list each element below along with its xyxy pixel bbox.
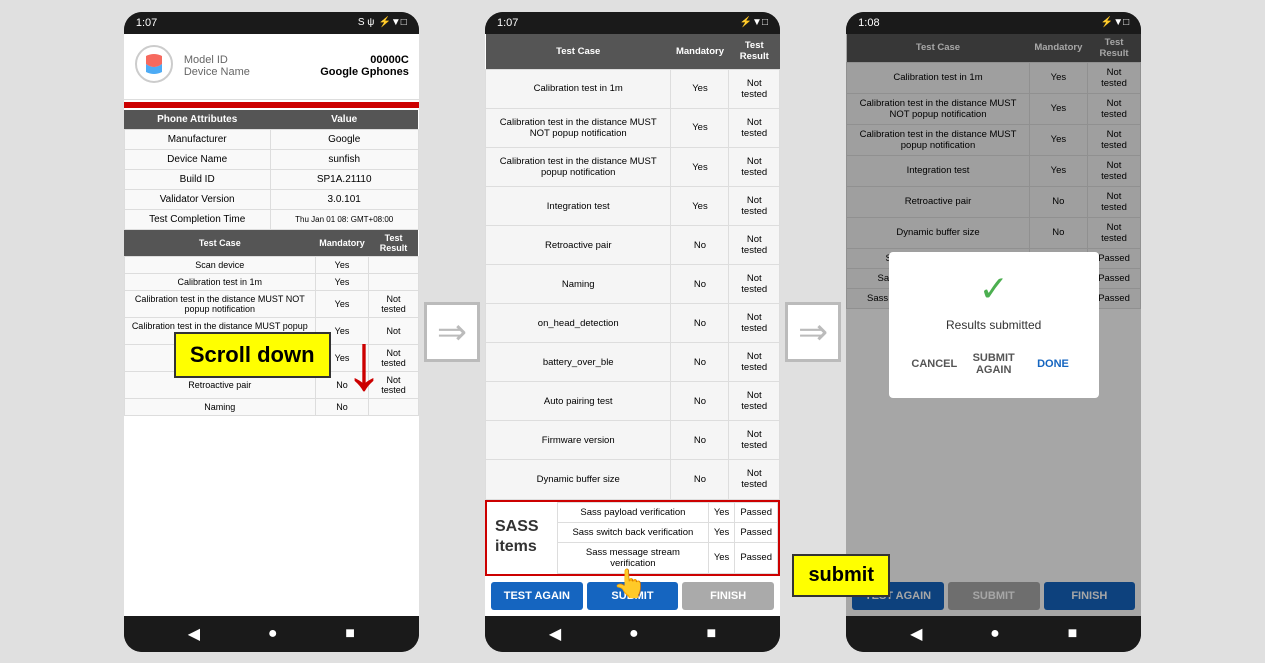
submit-annotation: submit <box>792 554 890 597</box>
phone3-status-icons: ⚡▼□ <box>1101 17 1129 28</box>
device-name-label: Device Name <box>184 66 250 78</box>
phone1-time: 1:07 <box>136 17 157 29</box>
red-down-arrow-icon: ↓ <box>344 322 384 402</box>
attr-row-device-name: Device Name sunfish <box>124 149 418 169</box>
phone3-time: 1:08 <box>858 17 879 29</box>
dialog-title: Results submitted <box>905 318 1083 332</box>
attr-row-validator: Validator Version 3.0.101 <box>124 189 418 209</box>
sass-section: SASSitems Sass payload verification Yes … <box>485 500 780 576</box>
finish-button[interactable]: FINISH <box>682 582 774 610</box>
p2-row-integration: Integration test Yes Not tested <box>486 187 780 226</box>
p2-row-firmware: Firmware version No Not tested <box>486 421 780 460</box>
main-layout: 1:07 S ψ ⚡▼□ <box>0 0 1265 663</box>
p2-row-naming: Naming No Not tested <box>486 265 780 304</box>
dialog-submit-again-button[interactable]: SUBMIT AGAIN <box>964 346 1023 382</box>
device-logo <box>134 44 174 89</box>
p2-row-retroactive: Retroactive pair No Not tested <box>486 226 780 265</box>
arrow1-icon: ⇒ <box>424 302 480 362</box>
hand-cursor-icon: 👆 <box>613 567 648 600</box>
phone2-status-bar: 1:07 ⚡▼□ <box>485 12 780 34</box>
sass-row-message: Sass message stream verification Yes Pas… <box>558 542 778 573</box>
phone1-status-right: ⚡▼□ <box>378 17 406 28</box>
p3-nav-back-icon[interactable]: ◀ <box>910 624 922 644</box>
nav-recents-icon[interactable]: ■ <box>345 625 355 643</box>
dialog-buttons: CANCEL SUBMIT AGAIN DONE <box>905 346 1083 382</box>
device-info: Model ID 00000C Device Name Google Gphon… <box>184 54 409 78</box>
phone2-content: Test Case Mandatory Test Result Calibrat… <box>485 34 780 576</box>
p2-col-case: Test Case <box>486 34 671 70</box>
phone3-screen: Test Case Mandatory Test Result Calibrat… <box>846 34 1141 616</box>
attr-table: Phone Attributes Value Manufacturer Goog… <box>124 110 419 230</box>
p2-row-cal-mustnot: Calibration test in the distance MUST NO… <box>486 108 780 147</box>
p2-row-battery: battery_over_ble No Not tested <box>486 343 780 382</box>
phone2: 1:07 ⚡▼□ Test Case Mandatory Test Result <box>485 12 780 652</box>
nav-back-icon[interactable]: ◀ <box>188 624 200 644</box>
attr-col1: Phone Attributes <box>124 110 270 130</box>
phone2-time: 1:07 <box>497 17 518 29</box>
model-id-value: 00000C <box>370 54 409 66</box>
p2-row-onhead: on_head_detection No Not tested <box>486 304 780 343</box>
phone2-section: 1:07 ⚡▼□ Test Case Mandatory Test Result <box>485 12 780 652</box>
phone2-status-right: ⚡▼□ <box>740 17 768 28</box>
p2-row-dynbuffer: Dynamic buffer size No Not tested <box>486 460 780 499</box>
test-row-scan: Scan device Yes <box>124 256 418 273</box>
sass-row-switchback: Sass switch back verification Yes Passed <box>558 522 778 542</box>
test-col-case: Test Case <box>124 230 315 257</box>
dialog-overlay: ✓ Results submitted CANCEL SUBMIT AGAIN … <box>846 34 1141 616</box>
p3-nav-recents-icon[interactable]: ■ <box>1068 625 1078 643</box>
dialog-done-button[interactable]: DONE <box>1023 346 1082 382</box>
arrow2-container: ⇒ <box>780 302 846 362</box>
p2-col-result: Test Result <box>729 34 780 70</box>
p2-row-cal-must: Calibration test in the distance MUST po… <box>486 147 780 186</box>
results-dialog: ✓ Results submitted CANCEL SUBMIT AGAIN … <box>889 252 1099 398</box>
attr-col2: Value <box>270 110 418 130</box>
attr-row-build-id: Build ID SP1A.21110 <box>124 169 418 189</box>
p3-nav-home-icon[interactable]: ● <box>990 625 1000 643</box>
test-again-button[interactable]: TEST AGAIN <box>491 582 583 610</box>
phone2-screen: Test Case Mandatory Test Result Calibrat… <box>485 34 780 616</box>
phone1-section: 1:07 S ψ ⚡▼□ <box>124 12 419 652</box>
p2-nav-recents-icon[interactable]: ■ <box>706 625 716 643</box>
p2-col-mandatory: Mandatory <box>671 34 729 70</box>
sass-label: SASSitems <box>495 517 539 559</box>
phone1-nav-bar: ◀ ● ■ <box>124 616 419 652</box>
device-header: Model ID 00000C Device Name Google Gphon… <box>124 34 419 100</box>
test-row-cal-mustnot: Calibration test in the distance MUST NO… <box>124 290 418 317</box>
nav-home-icon[interactable]: ● <box>268 625 278 643</box>
device-name-value: Google Gphones <box>320 66 409 78</box>
phone3-section: 1:08 ⚡▼□ Test Case Mandatory Test Result <box>846 12 1141 652</box>
p2-row-cal1m: Calibration test in 1m Yes Not tested <box>486 69 780 108</box>
test-col-mandatory: Mandatory <box>315 230 369 257</box>
attr-row-time: Test Completion Time Thu Jan 01 08: GMT+… <box>124 209 418 229</box>
sass-table: Sass payload verification Yes Passed Sas… <box>557 502 778 574</box>
phone1-status-icons: S ψ ⚡▼□ <box>358 17 407 28</box>
test-row-cal1m: Calibration test in 1m Yes <box>124 273 418 290</box>
test-col-result: Test Result <box>369 230 419 257</box>
arrow1-container: ⇒ <box>419 302 485 362</box>
model-id-label: Model ID <box>184 54 228 66</box>
p2-nav-home-icon[interactable]: ● <box>629 625 639 643</box>
p2-row-autopairing: Auto pairing test No Not tested <box>486 382 780 421</box>
phone1-status-left: S ψ <box>358 17 375 28</box>
scroll-down-annotation: Scroll down <box>174 332 331 378</box>
dialog-cancel-button[interactable]: CANCEL <box>905 346 964 382</box>
red-divider <box>124 102 419 108</box>
phone3-status-right: ⚡▼□ <box>1101 17 1129 28</box>
p2-nav-back-icon[interactable]: ◀ <box>549 624 561 644</box>
phone2-main-table: Test Case Mandatory Test Result Calibrat… <box>485 34 780 500</box>
phone3: 1:08 ⚡▼□ Test Case Mandatory Test Result <box>846 12 1141 652</box>
phone2-status-icons: ⚡▼□ <box>740 17 768 28</box>
phone2-nav-bar: ◀ ● ■ <box>485 616 780 652</box>
sass-row-payload: Sass payload verification Yes Passed <box>558 502 778 522</box>
attr-row-manufacturer: Manufacturer Google <box>124 129 418 149</box>
arrow2-icon: ⇒ <box>785 302 841 362</box>
phone3-nav-bar: ◀ ● ■ <box>846 616 1141 652</box>
check-icon: ✓ <box>905 268 1083 310</box>
phone3-status-bar: 1:08 ⚡▼□ <box>846 12 1141 34</box>
phone1-status-bar: 1:07 S ψ ⚡▼□ <box>124 12 419 34</box>
